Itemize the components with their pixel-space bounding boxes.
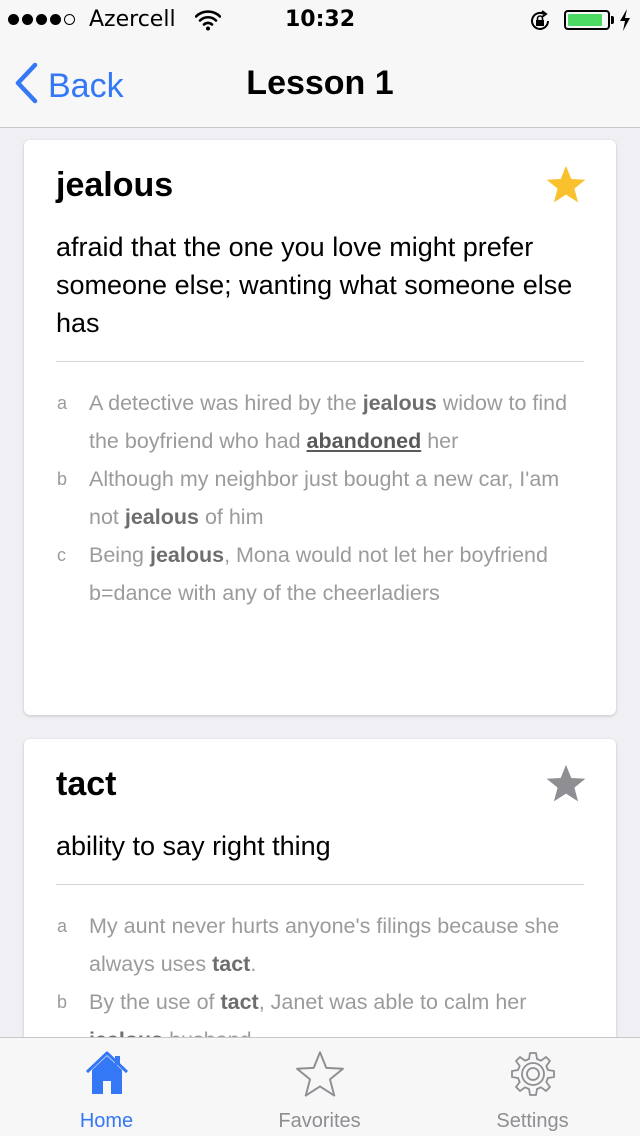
- keyword: jealous: [124, 505, 199, 529]
- example-item: a My aunt never hurts anyone's filings b…: [56, 907, 588, 983]
- tab-favorites[interactable]: Favorites: [213, 1038, 426, 1136]
- sentence-fragment: Being: [89, 543, 150, 567]
- example-item: b By the use of tact, Janet was able to …: [56, 983, 588, 1037]
- tab-label: Home: [79, 1110, 134, 1132]
- battery-icon: [564, 10, 610, 30]
- sentence-fragment: By the use of: [89, 990, 221, 1014]
- example-item: b Although my neighbor just bought a new…: [56, 460, 588, 536]
- example-text: A detective was hired by the jealous wid…: [89, 384, 588, 460]
- word-definition: ability to say right thing: [56, 831, 331, 861]
- keyword-link[interactable]: abandoned: [307, 429, 422, 453]
- home-icon: [0, 1050, 213, 1096]
- sentence-fragment: of him: [198, 505, 264, 529]
- divider: [56, 884, 584, 885]
- word-definition: afraid that the one you love might prefe…: [56, 232, 573, 338]
- rotation-lock-icon: [528, 9, 552, 39]
- word-card: tact ability to say right thing a My aun…: [24, 739, 616, 1037]
- example-letter: a: [57, 393, 68, 413]
- sentence-fragment: , Janet was able to calm her: [258, 990, 527, 1014]
- tab-home[interactable]: Home: [0, 1038, 213, 1136]
- navigation-bar: Back Lesson 1: [0, 40, 640, 128]
- example-text: Being jealous, Mona would not let her bo…: [89, 536, 588, 612]
- page-title: Lesson 1: [246, 64, 394, 102]
- example-text: My aunt never hurts anyone's filings bec…: [89, 907, 588, 983]
- word-title: tact: [56, 765, 117, 803]
- star-icon[interactable]: [544, 763, 588, 810]
- gear-icon: [426, 1050, 639, 1098]
- word-list[interactable]: jealous afraid that the one you love mig…: [0, 128, 640, 1037]
- example-letter: c: [57, 545, 66, 565]
- keyword: tact: [212, 952, 251, 976]
- status-bar: Azercell 10:32: [0, 0, 640, 40]
- tab-label: Favorites: [278, 1110, 361, 1132]
- sentence-fragment: .: [250, 952, 257, 976]
- keyword: tact: [220, 990, 259, 1014]
- tab-settings[interactable]: Settings: [426, 1038, 639, 1136]
- example-text: Although my neighbor just bought a new c…: [89, 460, 588, 536]
- divider: [56, 361, 584, 362]
- keyword: jealous: [362, 391, 437, 415]
- example-letter: a: [57, 916, 68, 936]
- word-title: jealous: [56, 166, 174, 204]
- sentence-fragment: husband.: [163, 1028, 257, 1037]
- word-card: jealous afraid that the one you love mig…: [24, 140, 616, 715]
- sentence-fragment: A detective was hired by the: [89, 391, 363, 415]
- keyword: jealous: [149, 543, 225, 567]
- example-item: a A detective was hired by the jealous w…: [56, 384, 588, 460]
- charging-bolt-icon: [619, 9, 631, 37]
- star-filled-icon[interactable]: [544, 164, 588, 211]
- keyword: jealous: [89, 1028, 163, 1037]
- example-text: By the use of tact, Janet was able to ca…: [89, 983, 588, 1037]
- star-outline-icon: [213, 1050, 426, 1100]
- example-item: c Being jealous, Mona would not let her …: [56, 536, 588, 612]
- example-list: a A detective was hired by the jealous w…: [56, 384, 588, 612]
- example-list: a My aunt never hurts anyone's filings b…: [56, 907, 588, 1037]
- tab-label: Settings: [496, 1110, 569, 1132]
- sentence-fragment: her: [421, 429, 459, 453]
- example-letter: b: [57, 469, 68, 489]
- example-letter: b: [57, 992, 68, 1012]
- tab-bar: Home Favorites Settings: [0, 1037, 640, 1136]
- sentence-fragment: My aunt never hurts anyone's filings bec…: [89, 914, 560, 976]
